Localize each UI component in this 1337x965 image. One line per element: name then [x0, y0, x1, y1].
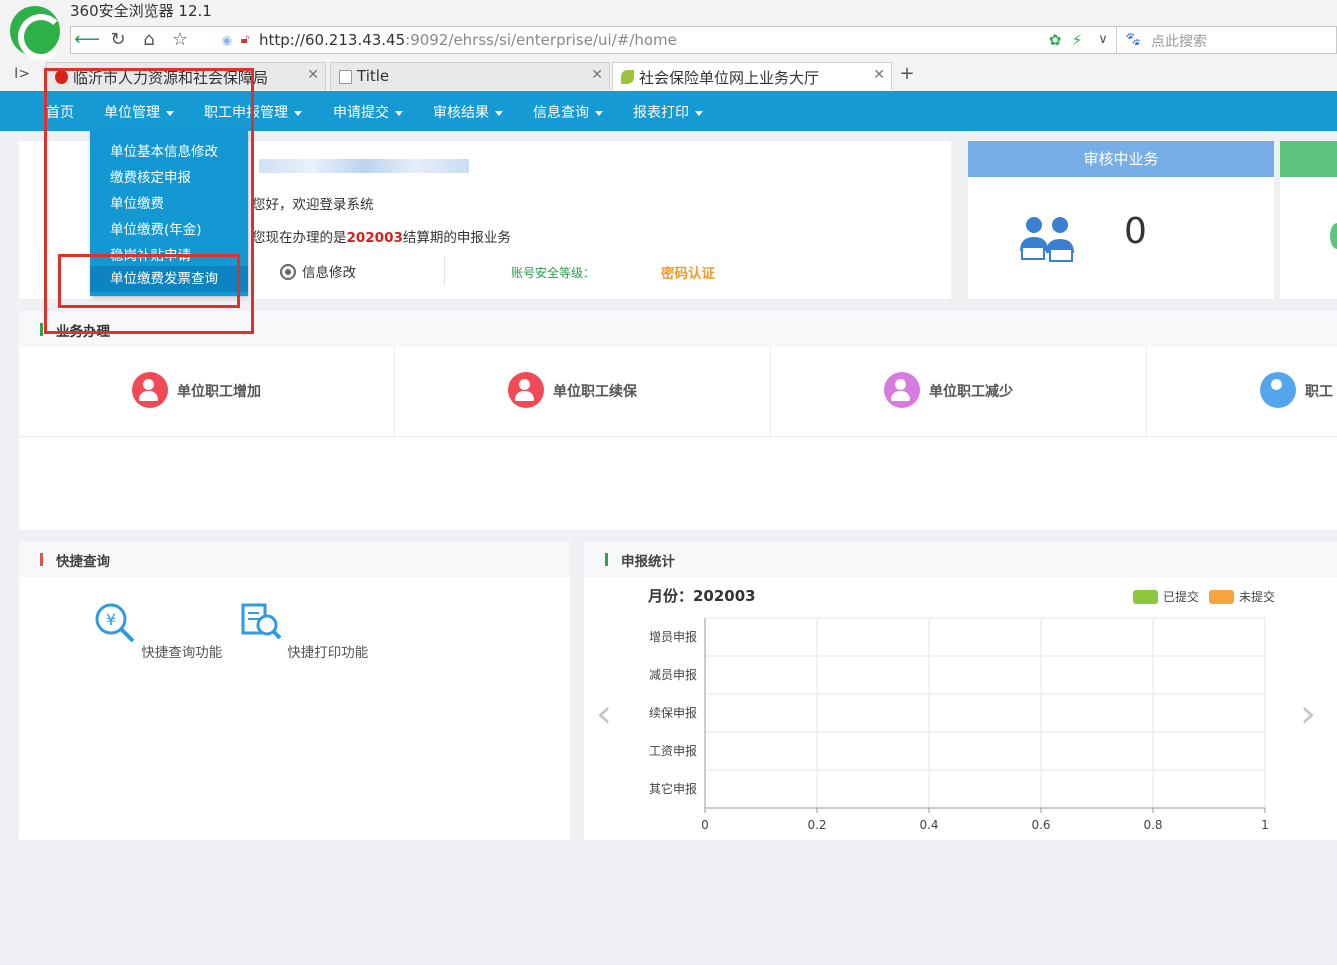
leaf-icon — [621, 70, 634, 84]
caret-down-icon — [495, 110, 503, 116]
nav-item-report-print[interactable]: 报表打印 — [633, 102, 703, 122]
audit-title: 审核中业务 — [968, 141, 1274, 177]
browser-logo-icon — [10, 6, 64, 60]
section-marker — [40, 553, 43, 566]
chevron-down-icon[interactable]: ∨ — [1089, 28, 1117, 52]
x-tick-label: 0.6 — [1031, 818, 1050, 832]
caret-down-icon — [294, 110, 302, 116]
new-tab-icon[interactable]: + — [893, 62, 921, 86]
y-category-label: 减员申报 — [649, 667, 697, 682]
tab-label: Title — [357, 67, 390, 85]
search-placeholder: 点此搜索 — [1151, 34, 1207, 50]
caret-down-icon — [695, 110, 703, 116]
plot-frame — [704, 617, 1266, 809]
sidebar-toggle-icon[interactable]: I> — [8, 62, 36, 86]
quick-print-function[interactable]: 快捷打印功能 — [239, 601, 368, 661]
quick-query-function[interactable]: ¥ 快捷查询功能 — [93, 601, 222, 661]
business-item-employee[interactable]: 职工 — [1147, 347, 1337, 437]
url-host: http://60.213.43.45 — [259, 31, 406, 49]
period-prefix: 您现在办理的是 — [252, 230, 347, 246]
insecure-lock-icon[interactable]: 🔓︎ — [231, 28, 259, 52]
nav-item-audit-result[interactable]: 审核结果 — [433, 102, 503, 122]
search-input[interactable]: 🐾︎ 点此搜索 — [1116, 27, 1337, 53]
close-icon[interactable]: ✕ — [307, 67, 319, 83]
remove-person-icon — [884, 372, 920, 408]
tab-title[interactable]: Title ✕ — [330, 62, 610, 90]
business-item-label: 单位职工续保 — [553, 384, 637, 400]
y-category-label: 增员申报 — [649, 629, 697, 644]
page-icon — [339, 70, 352, 84]
bookmark-star-icon[interactable]: ☆ — [166, 28, 194, 52]
partial-panel-header — [1280, 141, 1337, 177]
browser-title: 360安全浏览器 12.1 — [70, 2, 212, 20]
security-level-value: 密码认证 — [661, 266, 715, 282]
x-tick-label: 0.4 — [919, 818, 938, 832]
quick-query-label: 快捷查询功能 — [141, 645, 223, 661]
users-icon — [1020, 217, 1074, 262]
quick-query-title: 快捷查询 — [56, 554, 110, 570]
x-tick-label: 0.8 — [1143, 818, 1162, 832]
money-search-icon: ¥ — [95, 603, 135, 643]
url-path: :9092/ehrss/si/enterprise/ui/#/home — [405, 31, 677, 49]
nav-label: 报表打印 — [633, 105, 689, 121]
y-category-label: 其它申报 — [649, 781, 697, 796]
document-search-icon — [241, 603, 282, 640]
settlement-period-text: 您现在办理的是202003结算期的申报业务 — [252, 226, 511, 246]
annotation-box-inner — [58, 254, 240, 308]
y-category-label: 工资申报 — [649, 743, 697, 758]
back-icon[interactable]: ⟵ — [73, 28, 101, 52]
business-item-label: 单位职工增加 — [177, 384, 261, 400]
business-item-label: 职工 — [1305, 384, 1333, 400]
blurred-company-name — [259, 159, 469, 173]
svg-text:¥: ¥ — [106, 610, 116, 629]
x-tick-label: 0 — [701, 818, 709, 832]
security-level-label: 账号安全等级： — [511, 266, 596, 280]
nav-label: 审核结果 — [433, 105, 489, 121]
info-edit-link[interactable]: 信息修改 — [280, 261, 356, 281]
business-item-add-employee[interactable]: 单位职工增加 — [19, 347, 395, 437]
close-icon[interactable]: ✕ — [873, 67, 885, 83]
close-icon[interactable]: ✕ — [591, 67, 603, 83]
nav-label: 申请提交 — [333, 105, 389, 121]
refresh-icon[interactable]: ↻ — [104, 28, 132, 52]
lightning-icon[interactable]: ⚡︎ — [1063, 28, 1091, 52]
add-person-icon — [508, 372, 544, 408]
tab-label: 社会保险单位网上业务大厅 — [639, 69, 820, 87]
partial-panel — [1280, 141, 1337, 299]
quick-query-panel: 快捷查询 ¥ 快捷查询功能 快捷打印功能 — [19, 541, 570, 840]
url-input[interactable]: http://60.213.43.45:9092/ehrss/si/enterp… — [259, 31, 677, 49]
baidu-paw-icon: 🐾︎ — [1124, 32, 1142, 48]
hand-pointer-icon — [1260, 372, 1296, 408]
quick-print-label: 快捷打印功能 — [287, 645, 369, 661]
business-item-renew-employee[interactable]: 单位职工续保 — [395, 347, 771, 437]
partial-panel-icon — [1330, 223, 1337, 249]
caret-down-icon — [395, 110, 403, 116]
info-edit-label: 信息修改 — [302, 265, 356, 281]
welcome-greeting: 您好，欢迎登录系统 — [252, 197, 374, 213]
period-value: 202003 — [346, 230, 403, 246]
add-person-icon — [132, 372, 168, 408]
x-tick-label: 0.2 — [807, 818, 826, 832]
nav-item-submit[interactable]: 申请提交 — [333, 102, 403, 122]
nav-item-info-query[interactable]: 信息查询 — [533, 102, 603, 122]
gear-icon — [280, 264, 296, 280]
home-icon[interactable]: ⌂ — [135, 28, 163, 52]
caret-down-icon — [595, 110, 603, 116]
business-item-label: 单位职工减少 — [929, 384, 1013, 400]
x-tick-label: 1 — [1261, 818, 1269, 832]
tab-social-insurance[interactable]: 社会保险单位网上业务大厅 ✕ — [612, 62, 892, 90]
business-item-reduce-employee[interactable]: 单位职工减少 — [771, 347, 1147, 437]
nav-label: 信息查询 — [533, 105, 589, 121]
audit-panel[interactable]: 审核中业务 0 — [968, 141, 1274, 299]
y-category-label: 续保申报 — [649, 705, 697, 720]
divider — [444, 256, 445, 286]
address-bar-row: ⟵ ↻ ⌂ ☆ ◉ 🔓︎ http://60.213.43.45:9092/eh… — [70, 26, 1337, 54]
section-marker — [40, 323, 43, 336]
audit-count: 0 — [1124, 211, 1147, 252]
declaration-stats-panel: 申报统计 月份：202003 已提交 未提交 ‹ › 0 0.2 0.4 0.6 0.8… — [584, 541, 1337, 840]
period-suffix: 结算期的申报业务 — [402, 230, 511, 246]
business-panel: 业务办理 单位职工增加 单位职工续保 单位职工减少 职工 — [19, 311, 1337, 530]
quick-query-header: 快捷查询 — [19, 541, 570, 577]
declaration-chart: 0 0.2 0.4 0.6 0.8 1 增员申报减员申报续保申报工资申报其它申报 — [649, 617, 1269, 832]
